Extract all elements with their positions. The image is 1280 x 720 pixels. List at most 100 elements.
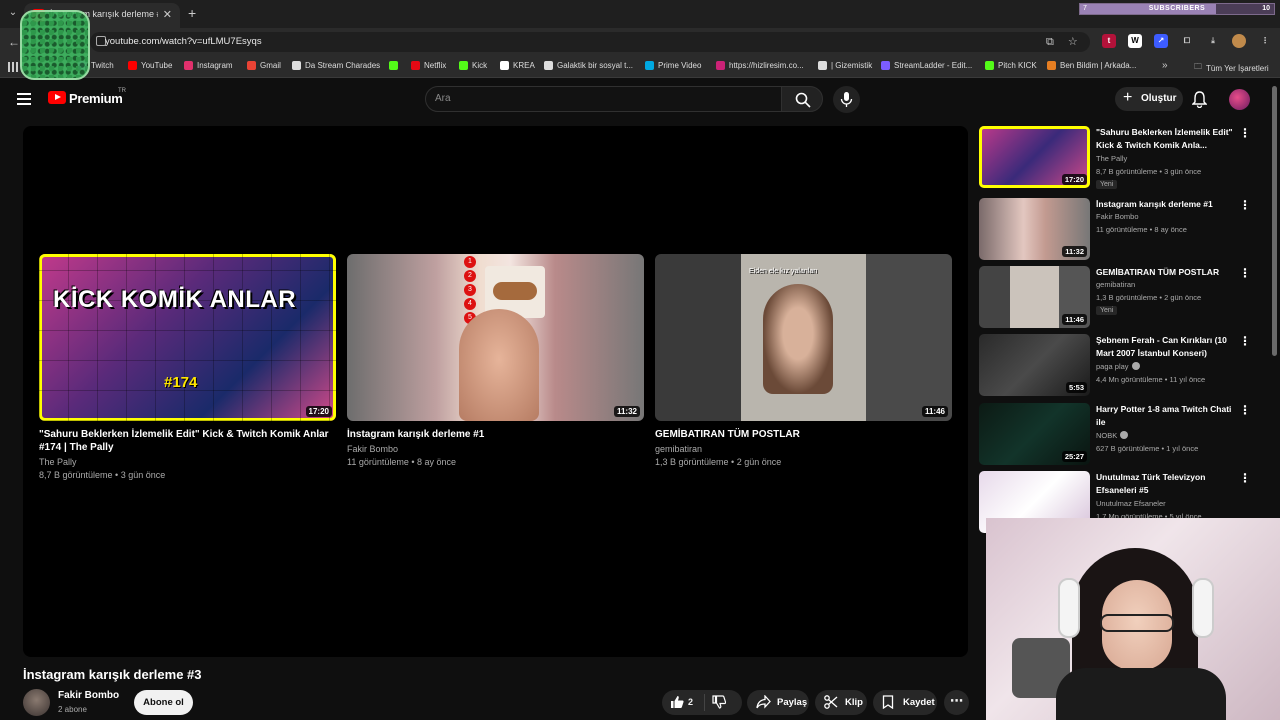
bookmark-label: Galaktik bir sosyal t... [557, 61, 634, 70]
krea-icon [500, 61, 509, 70]
endscreen-channel-name[interactable]: The Pally [39, 457, 336, 467]
voice-search-button[interactable] [833, 86, 860, 113]
bookmark-item[interactable]: Gmail [247, 61, 281, 70]
bookmark-star-icon[interactable]: ☆ [1068, 34, 1078, 50]
recommended-thumbnail[interactable]: 25:27 [979, 403, 1090, 465]
recommended-title[interactable]: İnstagram karışık derleme #1 [1096, 198, 1233, 211]
save-button[interactable]: Kaydet [873, 690, 937, 715]
notifications-bell-icon[interactable] [1192, 91, 1207, 108]
bookmark-item[interactable]: Netflix [411, 61, 446, 70]
extension-icon[interactable]: W [1128, 34, 1142, 48]
recommended-channel[interactable]: gemibatiran [1096, 280, 1135, 289]
endscreen-card-3[interactable]: Eiden ele kız yalanları 11:46 GEMİBATIRA… [655, 254, 952, 467]
more-options-icon[interactable]: ⋮ [1239, 126, 1251, 140]
more-options-icon[interactable]: ⋮ [1239, 403, 1251, 417]
recommended-channel[interactable]: NOBK [1096, 431, 1129, 440]
bookmark-item[interactable]: YouTube [128, 61, 172, 70]
clip-button[interactable]: Klip [815, 690, 867, 715]
subscribe-button[interactable]: Abone ol [134, 690, 193, 715]
bookmark-item[interactable]: | Gizemistik [818, 61, 872, 70]
more-options-icon[interactable]: ⋮ [1239, 266, 1251, 280]
new-tab-icon[interactable]: + [188, 5, 196, 21]
video-duration: 11:46 [921, 406, 948, 417]
recommended-channel[interactable]: Fakir Bombo [1096, 212, 1139, 221]
bookmark-item[interactable]: Ben Bildim | Arkada... [1047, 61, 1136, 70]
bookmark-item[interactable]: Galaktik bir sosyal t... [544, 61, 633, 70]
recommended-thumbnail[interactable]: 11:46 [979, 266, 1090, 328]
recommended-video[interactable]: 5:53 Şebnem Ferah - Can Kırıkları (10 Mar… [979, 334, 1269, 398]
install-app-icon[interactable]: ⧉ [1046, 34, 1054, 50]
bookmark-label: | Gizemistik [831, 61, 873, 70]
endscreen-card-2[interactable]: 123456789 11:32 İnstagram karışık derlem… [347, 254, 644, 467]
browser-menu-icon[interactable]: ⋮ [1258, 34, 1272, 48]
endscreen-video-title[interactable]: İnstagram karışık derleme #1 [347, 428, 644, 441]
bookmark-item[interactable] [389, 61, 402, 70]
channel-avatar[interactable] [23, 689, 50, 716]
recommended-channel[interactable]: The Pally [1096, 154, 1127, 163]
endscreen-thumbnail[interactable]: Eiden ele kız yalanları 11:46 [655, 254, 952, 421]
bookmark-item[interactable]: https://hizliresim.co... [716, 61, 804, 70]
endscreen-video-title[interactable]: GEMİBATIRAN TÜM POSTLAR [655, 428, 952, 441]
extension-icon[interactable]: ↗ [1154, 34, 1168, 48]
profile-icon[interactable] [1232, 34, 1246, 48]
extension-icon[interactable]: t [1102, 34, 1116, 48]
bookmark-item[interactable]: Da Stream Charades [292, 61, 380, 70]
apps-grid-icon[interactable] [8, 62, 18, 72]
youtube-logo-icon[interactable] [48, 91, 66, 104]
dislike-thumb-down-icon[interactable] [712, 695, 726, 709]
recommended-title[interactable]: "Sahuru Beklerken İzlemelik Edit" Kick &… [1096, 126, 1233, 152]
address-bar[interactable]: youtube.com/watch?v=ufLMU7Esyqs [90, 32, 1090, 52]
browser-tab-bar: ⌄ İnstagram karışık derleme #3 - ✕ + 7 S… [0, 0, 1280, 28]
tab-close-icon[interactable]: ✕ [163, 8, 172, 21]
recommended-thumbnail[interactable]: 17:20 [979, 126, 1090, 188]
bookmark-item[interactable]: KREA [500, 61, 535, 70]
recommended-channel[interactable]: Unutulmaz Efsaneler [1096, 499, 1166, 508]
recommended-title[interactable]: GEMİBATIRAN TÜM POSTLAR [1096, 266, 1233, 279]
page-scrollbar[interactable] [1272, 86, 1277, 356]
bookmark-item[interactable]: Instagram [184, 61, 233, 70]
more-options-icon[interactable]: ⋮ [1239, 198, 1251, 212]
endscreen-channel-name[interactable]: gemibatiran [655, 444, 952, 454]
endscreen-thumbnail[interactable]: KİCK KOMİK ANLAR #174 17:20 [39, 254, 336, 421]
more-actions-icon[interactable]: ⋯ [944, 690, 969, 715]
more-options-icon[interactable]: ⋮ [1239, 334, 1251, 348]
download-icon[interactable]: ⤓ [1206, 34, 1220, 48]
recommended-thumbnail[interactable]: 5:53 [979, 334, 1090, 396]
recommended-video[interactable]: 25:27 Harry Potter 1-8 ama Twitch Chati i… [979, 403, 1269, 467]
search-input[interactable]: Ara [425, 86, 782, 112]
recommended-title[interactable]: Şebnem Ferah - Can Kırıkları (10 Mart 20… [1096, 334, 1233, 360]
zk-icon [544, 61, 553, 70]
back-icon[interactable]: ← [8, 35, 20, 49]
subscriber-goal-label: SUBSCRIBERS [1148, 5, 1206, 12]
endscreen-card-1[interactable]: KİCK KOMİK ANLAR #174 17:20 "Sahuru Bekl… [39, 254, 336, 480]
hamburger-menu-icon[interactable] [17, 93, 31, 105]
bookmark-item[interactable]: Kick [459, 61, 487, 70]
video-player[interactable]: KİCK KOMİK ANLAR #174 17:20 "Sahuru Bekl… [23, 126, 968, 657]
account-avatar[interactable] [1229, 89, 1250, 110]
search-button[interactable] [781, 86, 823, 112]
like-thumb-up-icon[interactable] [670, 695, 684, 709]
recommended-channel[interactable]: paga play [1096, 362, 1140, 371]
bookmark-item[interactable]: StreamLadder - Edit... [881, 61, 972, 70]
recommended-video[interactable]: 11:46 GEMİBATIRAN TÜM POSTLAR gemibatiran 1… [979, 266, 1269, 330]
recommended-video[interactable]: 11:32 İnstagram karışık derleme #1 Fakir B… [979, 198, 1269, 262]
recommended-title[interactable]: Harry Potter 1-8 ama Twitch Chati ile [1096, 403, 1233, 429]
share-button[interactable]: Paylaş [747, 690, 809, 715]
all-bookmarks-folder[interactable]: 🗀 Tüm Yer İşaretleri [1194, 61, 1269, 75]
more-options-icon[interactable]: ⋮ [1239, 471, 1251, 485]
bookmarks-overflow-icon[interactable]: » [1162, 60, 1168, 71]
endscreen-video-title[interactable]: "Sahuru Beklerken İzlemelik Edit" Kick &… [39, 428, 336, 454]
microphone-icon [840, 92, 853, 107]
recommended-title[interactable]: Unutulmaz Türk Televizyon Efsaneleri #5 [1096, 471, 1233, 497]
recommended-video[interactable]: 17:20 "Sahuru Beklerken İzlemelik Edit" K… [979, 126, 1269, 190]
create-button[interactable]: + Oluştur [1115, 87, 1183, 111]
channel-name[interactable]: Fakir Bombo [58, 690, 119, 701]
tab-search-icon[interactable]: ⌄ [6, 7, 20, 21]
recommended-thumbnail[interactable]: 11:32 [979, 198, 1090, 260]
bookmark-item[interactable]: Pitch KICK [985, 61, 1037, 70]
extensions-puzzle-icon[interactable]: ⧠ [1180, 34, 1194, 48]
endscreen-channel-name[interactable]: Fakir Bombo [347, 444, 644, 454]
endscreen-thumbnail[interactable]: 123456789 11:32 [347, 254, 644, 421]
youtube-premium-brand[interactable]: Premium [69, 91, 123, 106]
bookmark-item[interactable]: Prime Video [645, 61, 701, 70]
